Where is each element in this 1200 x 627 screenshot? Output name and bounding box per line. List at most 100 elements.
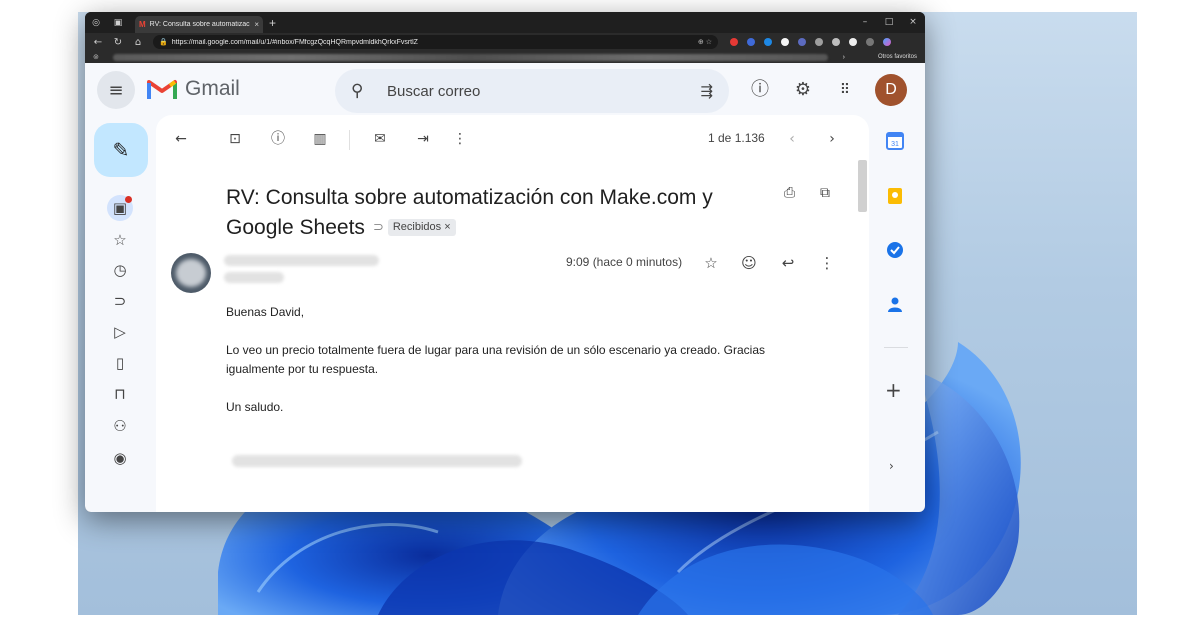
gmail-header: ≡ Gmail ⚲ Buscar correo ⇶ ⓘ ⚙ ⠿ D — [85, 63, 925, 115]
close-window-icon[interactable]: × — [901, 12, 925, 33]
inbox-icon[interactable]: ▣ — [107, 195, 133, 221]
search-options-icon[interactable]: ⇶ — [700, 82, 713, 100]
more-message-options-icon[interactable]: ⋮ — [816, 252, 838, 274]
sent-icon[interactable]: ▷ — [107, 319, 133, 345]
favorites-bar-icon[interactable]: ⊚ — [93, 53, 99, 61]
settings-icon[interactable]: ⚙ — [790, 77, 816, 103]
reply-icon[interactable]: ↩ — [777, 252, 799, 274]
inbox-label-chip[interactable]: Recibidos × — [387, 219, 456, 236]
archive-icon[interactable]: ⊡ — [223, 127, 247, 151]
email-timestamp: 9:09 (hace 0 minutos) — [566, 255, 683, 269]
more-menu-icon[interactable] — [866, 38, 874, 46]
account-avatar[interactable]: D — [875, 74, 907, 106]
email-subject: RV: Consulta sobre automatización con Ma… — [226, 183, 766, 243]
move-to-icon[interactable]: ⇥ — [411, 127, 435, 151]
drafts-icon[interactable]: ▯ — [107, 350, 133, 376]
gmail-favicon-icon: M — [139, 20, 146, 29]
tab-actions-icon[interactable]: ▣ — [107, 12, 129, 33]
search-icon[interactable]: ⚲ — [351, 81, 373, 101]
scrollbar[interactable] — [858, 160, 867, 212]
extension-icon[interactable] — [781, 38, 789, 46]
tab-title: RV: Consulta sobre automatizació — [149, 21, 251, 28]
toolbar-divider — [349, 130, 350, 150]
newer-icon[interactable]: ‹ — [780, 127, 804, 151]
profile-icon[interactable] — [849, 38, 857, 46]
extensions-bar — [730, 38, 891, 46]
badge-icon[interactable]: ◉ — [107, 445, 133, 471]
report-spam-icon[interactable]: ⓘ — [266, 127, 290, 151]
url-text: https://mail.google.com/mail/u/1/#inbox/… — [171, 38, 418, 46]
left-nav-rail: ✎ ▣ ☆ ◷ ⊃ ▷ ▯ ⊓ ⚇ ◉ — [85, 115, 155, 512]
copilot-icon[interactable] — [883, 38, 891, 46]
side-panel-divider — [884, 347, 908, 348]
extension-icon[interactable] — [798, 38, 806, 46]
get-addons-icon[interactable]: + — [885, 378, 902, 402]
blurred-favorites — [113, 54, 828, 61]
older-icon[interactable]: › — [820, 127, 844, 151]
unread-indicator — [125, 196, 132, 203]
importance-marker-icon[interactable]: ⊃ — [373, 220, 384, 235]
address-bar-row: ← ↻ ⌂ 🔒 https://mail.google.com/mail/u/1… — [85, 33, 925, 51]
email-toolbar: ← ⊡ ⓘ ▥ ✉ ⇥ ⋮ 1 de 1.136 ‹ › — [156, 115, 869, 163]
keep-icon[interactable] — [884, 185, 906, 207]
lock-icon[interactable]: 🔒 — [159, 38, 168, 46]
browser-tab-gmail[interactable]: M RV: Consulta sobre automatizació × — [135, 16, 263, 33]
maximize-icon[interactable]: □ — [877, 12, 901, 33]
compose-button[interactable]: ✎ — [94, 123, 148, 177]
extension-icon[interactable] — [747, 38, 755, 46]
reload-icon[interactable]: ↻ — [109, 37, 127, 48]
open-new-window-icon[interactable]: ⧉ — [820, 185, 830, 201]
important-icon[interactable]: ⊃ — [107, 288, 133, 314]
tasks-icon[interactable] — [884, 239, 906, 261]
search-input[interactable]: Buscar correo — [387, 83, 700, 100]
extension-icon[interactable] — [815, 38, 823, 46]
url-field[interactable]: 🔒 https://mail.google.com/mail/u/1/#inbo… — [153, 35, 718, 49]
browser-tab-bar: ◎ ▣ M RV: Consulta sobre automatizació ×… — [85, 12, 925, 33]
calendar-icon[interactable]: 31 — [884, 130, 906, 152]
snoozed-icon[interactable]: ◷ — [107, 257, 133, 283]
back-nav-icon[interactable]: ← — [89, 37, 107, 48]
apps-grid-icon[interactable]: ⠿ — [832, 77, 858, 103]
show-side-panel-icon[interactable]: › — [889, 459, 894, 473]
help-icon[interactable]: ⓘ — [747, 77, 773, 103]
print-icon[interactable]: ⎙ — [784, 185, 795, 201]
email-body: Buenas David, Lo veo un precio totalment… — [226, 303, 826, 436]
delete-icon[interactable]: ▥ — [308, 127, 332, 151]
close-tab-icon[interactable]: × — [254, 20, 259, 29]
new-tab-icon[interactable]: + — [269, 16, 276, 30]
favorites-icon[interactable] — [832, 38, 840, 46]
contacts-app-icon[interactable] — [884, 293, 906, 315]
extension-icon[interactable] — [764, 38, 772, 46]
browser-window: ◎ ▣ M RV: Consulta sobre automatizació ×… — [85, 12, 925, 512]
search-bar[interactable]: ⚲ Buscar correo ⇶ — [335, 69, 729, 113]
gmail-logo[interactable]: Gmail — [147, 77, 240, 101]
other-favorites[interactable]: Otros favoritos — [878, 54, 917, 60]
svg-text:31: 31 — [891, 141, 899, 148]
back-to-inbox-icon[interactable]: ← — [169, 127, 193, 151]
favorites-overflow-icon[interactable]: › — [843, 54, 845, 61]
gmail-app: ≡ Gmail ⚲ Buscar correo ⇶ ⓘ ⚙ ⠿ D ✎ ▣ ☆ … — [85, 63, 925, 512]
greeting: Buenas David, — [226, 305, 305, 319]
purchases-icon[interactable]: ⊓ — [107, 381, 133, 407]
emoji-reaction-icon[interactable]: ☺ — [738, 252, 760, 274]
email-view: ← ⊡ ⓘ ▥ ✉ ⇥ ⋮ 1 de 1.136 ‹ › RV: Consult… — [156, 115, 869, 512]
main-menu-icon[interactable]: ≡ — [97, 71, 135, 109]
favorites-bar: ⊚ › Otros favoritos — [85, 51, 925, 63]
star-icon[interactable]: ☆ — [700, 252, 722, 274]
starred-icon[interactable]: ☆ — [107, 227, 133, 253]
zoom-favorite-icons[interactable]: ⊕ ☆ — [698, 38, 712, 46]
mark-unread-icon[interactable]: ✉ — [368, 127, 392, 151]
minimize-icon[interactable]: – — [853, 12, 877, 33]
body-paragraph: Lo veo un precio totalmente fuera de lug… — [226, 343, 765, 376]
blurred-recipient — [224, 272, 284, 283]
home-icon[interactable]: ⌂ — [129, 37, 147, 48]
blurred-sender-name — [224, 255, 379, 266]
sender-avatar[interactable] — [171, 253, 211, 293]
more-actions-icon[interactable]: ⋮ — [448, 127, 472, 151]
contacts-icon[interactable]: ⚇ — [107, 413, 133, 439]
closing: Un saludo. — [226, 400, 284, 414]
extension-icon[interactable] — [730, 38, 738, 46]
gmail-wordmark: Gmail — [185, 77, 240, 100]
workspaces-icon[interactable]: ◎ — [85, 12, 107, 33]
gmail-m-icon — [147, 80, 177, 99]
